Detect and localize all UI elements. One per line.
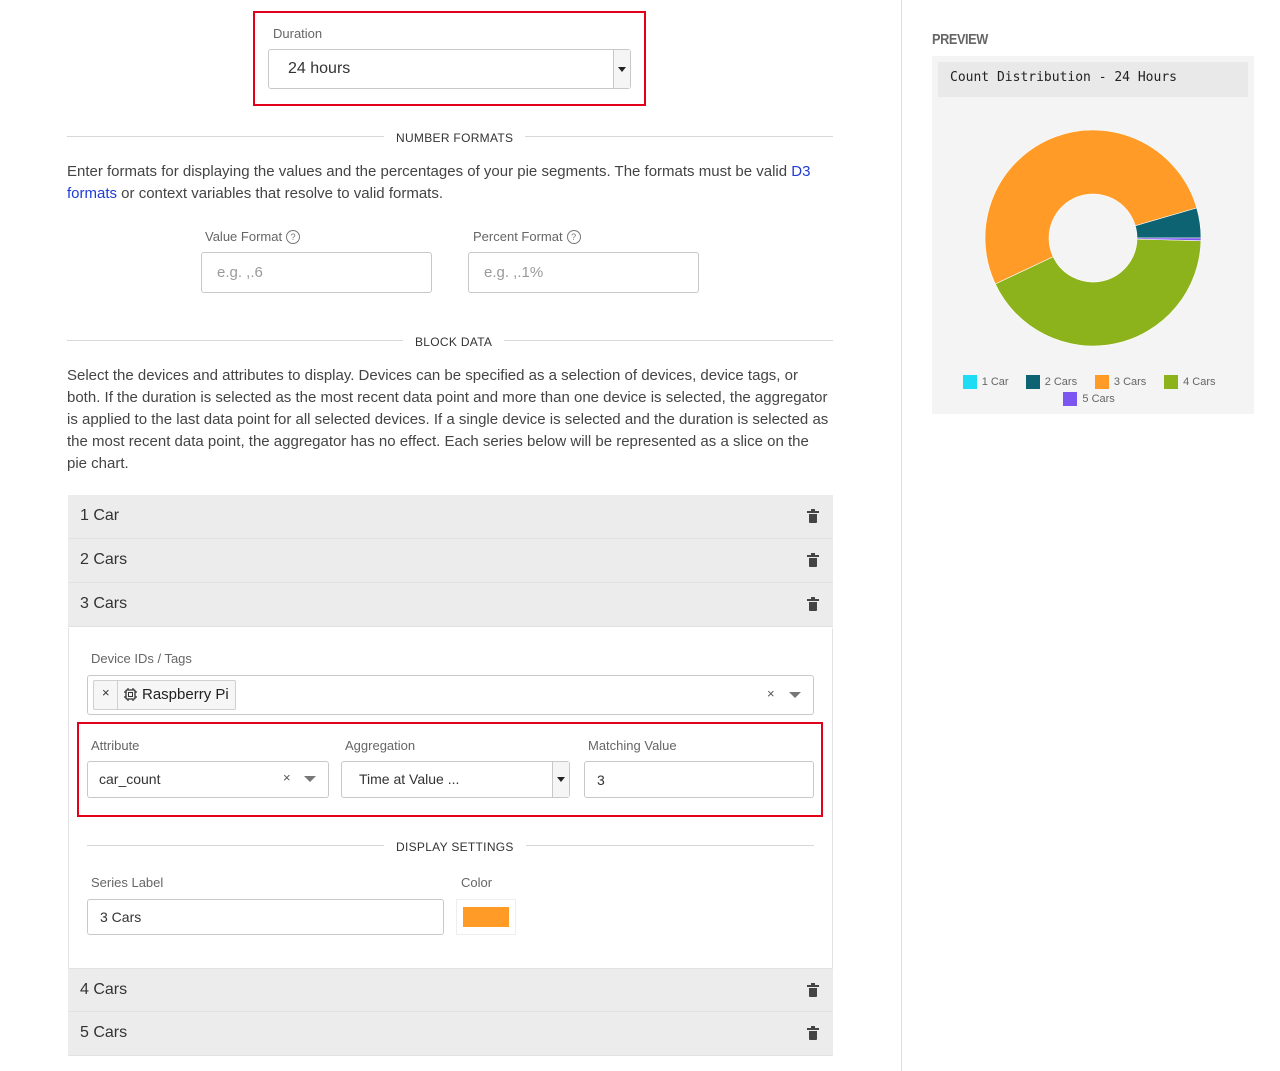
device-chip: × Raspberry Pi	[93, 680, 236, 710]
series-label-input[interactable]: 3 Cars	[87, 899, 444, 935]
clear-icon[interactable]: ×	[283, 770, 291, 785]
series-label-label: Series Label	[91, 875, 164, 890]
chip-divider	[117, 681, 118, 709]
series-label: 5 Cars	[80, 1024, 128, 1041]
matching-value-label: Matching Value	[588, 738, 677, 753]
series-row-1-car[interactable]: 1 Car	[68, 495, 833, 539]
chevron-down-icon[interactable]	[304, 776, 316, 782]
trash-icon[interactable]	[807, 509, 819, 523]
aggregation-label: Aggregation	[345, 738, 416, 753]
number-formats-title: NUMBER FORMATS	[384, 131, 526, 145]
trash-icon[interactable]	[807, 983, 819, 997]
series-row-2-cars[interactable]: 2 Cars	[68, 539, 833, 583]
device-chip-label: Raspberry Pi	[142, 686, 229, 703]
color-label: Color	[461, 875, 493, 890]
trash-icon[interactable]	[807, 1026, 819, 1040]
chevron-down-icon[interactable]	[789, 692, 801, 698]
legend-item-3-cars[interactable]: 3 Cars	[1094, 375, 1147, 389]
legend-item-1-car[interactable]: 1 Car	[962, 375, 1009, 389]
legend-swatch	[962, 375, 977, 389]
series-label: 3 Cars	[80, 595, 128, 612]
number-formats-description: Enter formats for displaying the values …	[67, 161, 832, 205]
value-format-label-text: Value Format	[205, 229, 283, 244]
legend-swatch	[1164, 375, 1179, 389]
attribute-select[interactable]: car_count ×	[87, 761, 329, 798]
duration-label: Duration	[273, 26, 323, 41]
series-row-5-cars[interactable]: 5 Cars	[68, 1012, 833, 1056]
attribute-label: Attribute	[91, 738, 140, 753]
preview-heading: PREVIEW	[932, 31, 988, 48]
legend-label: 2 Cars	[1044, 376, 1078, 388]
panel-divider	[901, 0, 902, 1071]
block-data-title: BLOCK DATA	[403, 335, 505, 349]
series-label: 1 Car	[80, 507, 120, 524]
duration-value: 24 hours	[288, 60, 351, 77]
matching-value-input[interactable]: 3	[584, 761, 814, 798]
legend-item-4-cars[interactable]: 4 Cars	[1164, 375, 1216, 389]
chip-remove-icon[interactable]: ×	[102, 685, 110, 700]
series-label: 4 Cars	[80, 981, 128, 998]
series-label: 2 Cars	[80, 551, 128, 568]
legend-label: 3 Cars	[1113, 376, 1147, 388]
value-format-input[interactable]: e.g. ,.6	[201, 252, 432, 293]
series-row-4-cars[interactable]: 4 Cars	[68, 968, 833, 1012]
legend-label: 5 Cars	[1082, 393, 1115, 405]
duration-select[interactable]: 24 hours	[268, 49, 631, 89]
pie-chart	[984, 129, 1202, 347]
attribute-value: car_count	[99, 771, 161, 787]
percent-format-label: Percent Format?	[473, 229, 581, 244]
legend-item-2-cars[interactable]: 2 Cars	[1025, 375, 1078, 389]
help-icon[interactable]: ?	[286, 230, 301, 244]
trash-icon[interactable]	[807, 553, 819, 567]
chevron-down-icon[interactable]	[613, 50, 630, 88]
display-settings-title: DISPLAY SETTINGS	[384, 840, 526, 854]
device-ids-select[interactable]: × Raspberry Pi ×	[87, 675, 814, 715]
number-formats-desc-tail: or context variables that resolve to val…	[117, 185, 443, 202]
aggregation-select[interactable]: Time at Value ...	[341, 761, 570, 798]
aggregation-value: Time at Value ...	[359, 771, 460, 787]
clear-icon[interactable]: ×	[767, 686, 775, 701]
legend-swatch	[1063, 392, 1078, 406]
series-row-3-cars[interactable]: 3 Cars	[68, 583, 833, 627]
device-ids-label: Device IDs / Tags	[91, 651, 192, 666]
legend-item-5-cars[interactable]: 5 Cars	[1063, 392, 1115, 406]
legend-swatch	[1094, 375, 1109, 389]
color-swatch-button[interactable]	[456, 899, 516, 935]
chevron-down-icon[interactable]	[552, 762, 569, 797]
legend-label: 1 Car	[981, 376, 1009, 388]
legend-swatch	[1025, 375, 1040, 389]
trash-icon[interactable]	[807, 597, 819, 611]
percent-format-input[interactable]: e.g. ,.1%	[468, 252, 699, 293]
value-format-label: Value Format?	[205, 229, 301, 244]
chart-title: Count Distribution - 24 Hours	[950, 70, 1177, 85]
legend-label: 4 Cars	[1183, 376, 1216, 388]
block-data-description: Select the devices and attributes to dis…	[67, 367, 829, 472]
color-swatch	[463, 907, 509, 927]
percent-format-label-text: Percent Format	[473, 229, 563, 244]
help-icon[interactable]: ?	[566, 230, 581, 244]
number-formats-desc-text: Enter formats for displaying the values …	[67, 163, 792, 180]
chip-icon	[124, 688, 137, 701]
